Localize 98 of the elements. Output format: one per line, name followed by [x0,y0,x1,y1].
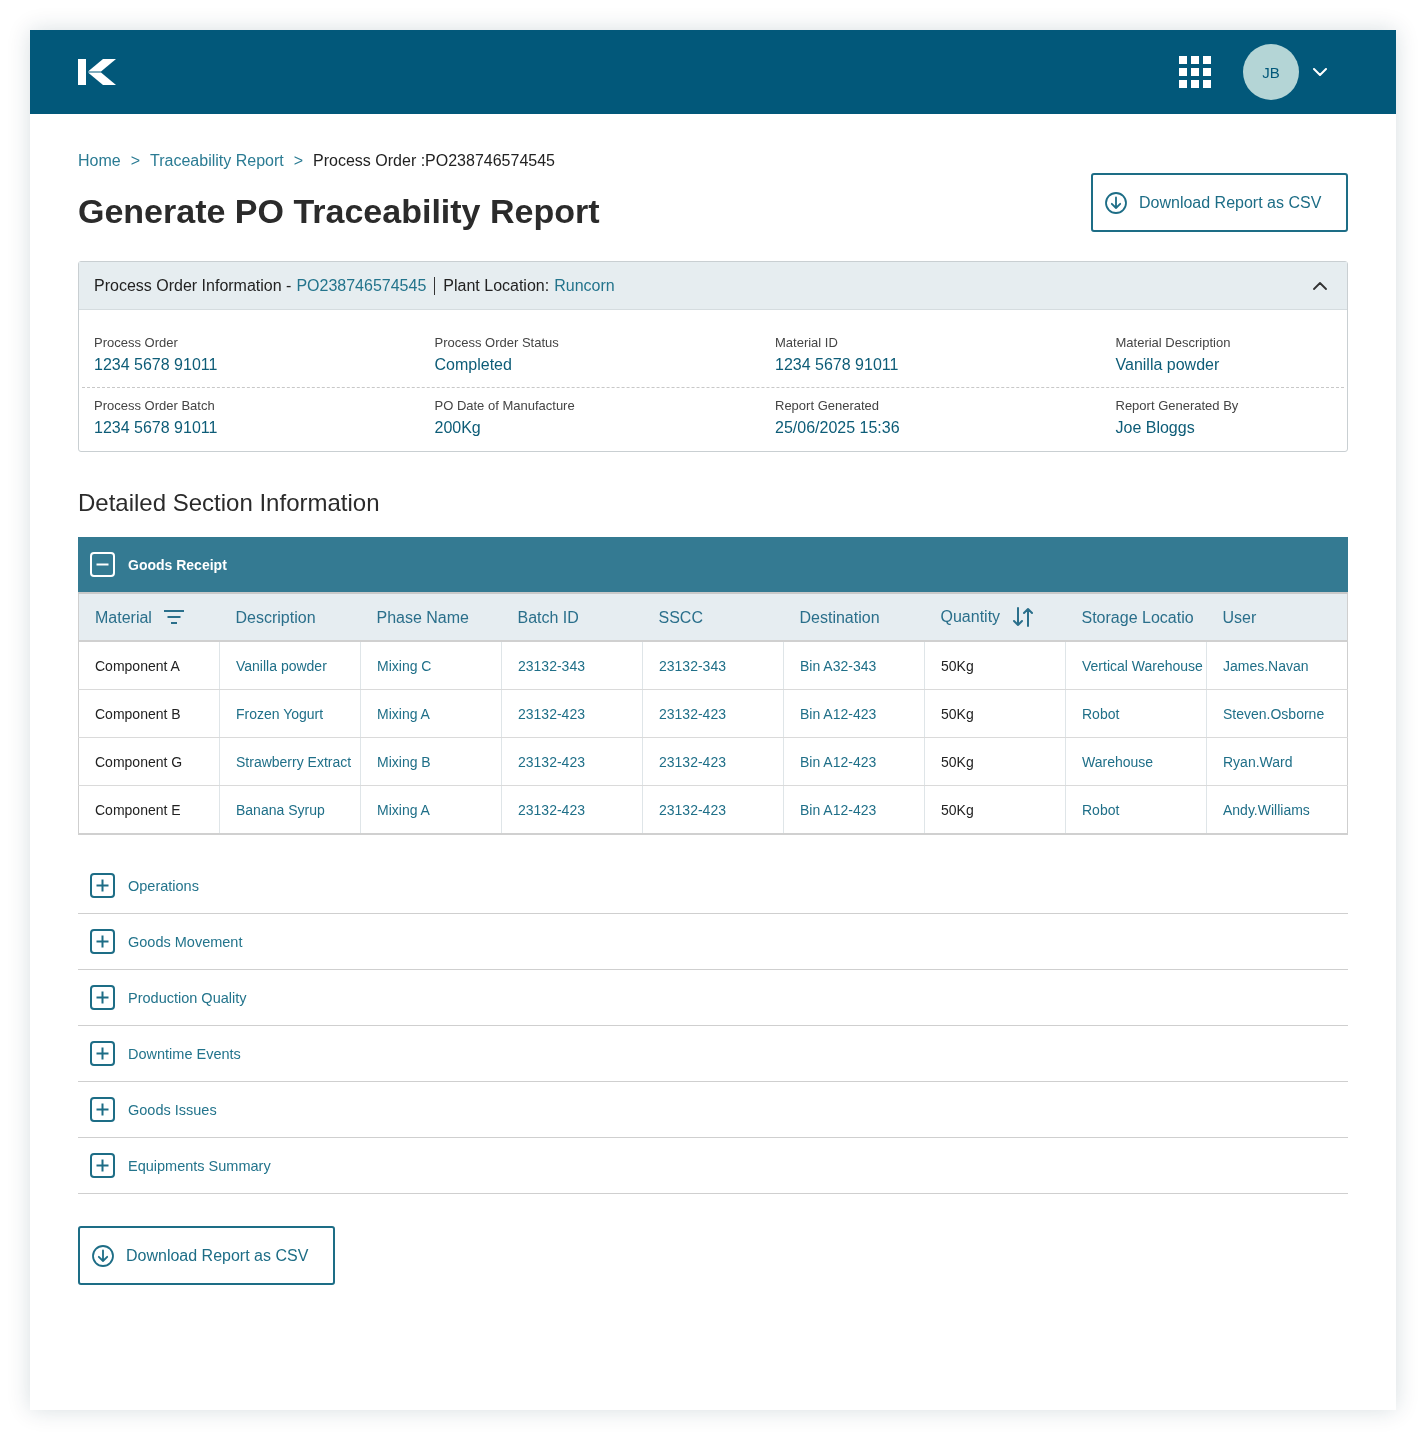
table-cell[interactable]: Strawberry Extract [219,737,361,786]
download-button[interactable]: Download Report as CSV [1091,173,1348,232]
breadcrumb-link[interactable]: Home [78,152,121,170]
table-cell: 50Kg [924,785,1066,834]
column-header: Phase Name [376,608,469,626]
order-id: PO238746574545 [296,276,427,295]
table-cell[interactable]: 23132-423 [501,689,643,738]
table-cell[interactable]: 23132-423 [642,737,784,786]
column-header: Description [235,608,316,626]
section-title[interactable]: Goods Movement [128,933,243,950]
table-cell[interactable]: Bin A12-423 [783,737,925,786]
plus-icon[interactable] [90,1041,115,1066]
table-cell: Component E [78,785,220,834]
table-cell: 50Kg [924,689,1066,738]
field-label: Process Order Batch [94,397,216,415]
table-cell[interactable]: Robot [1065,689,1207,738]
column-header: Storage Locatio [1081,608,1194,626]
user-avatar[interactable]: JB [1243,44,1299,100]
breadcrumb-separator: > [293,152,304,170]
column-header: Material [95,608,152,626]
table-cell[interactable]: Banana Syrup [219,785,361,834]
location-label: Plant Location: [443,276,550,295]
section-title[interactable]: Goods Issues [128,1101,217,1118]
table-cell[interactable]: Mixing A [360,689,502,738]
field-value: Vanilla powder [1115,355,1221,375]
plus-icon[interactable] [90,1097,115,1122]
page-title: Generate PO Traceability Report [78,191,600,231]
table-cell: Component A [78,641,220,690]
plus-icon[interactable] [90,873,115,898]
column-header: SSCC [658,608,703,626]
filter-icon[interactable] [163,610,184,625]
field-label: PO Date of Manufacture [434,397,576,415]
chevron-up-icon[interactable] [1313,281,1327,290]
table-cell[interactable]: Steven.Osborne [1206,689,1348,738]
section-title: Goods Receipt [128,556,227,573]
column-header: Quantity [940,608,1001,625]
breadcrumb-link[interactable]: Traceability Report [150,152,284,170]
field-value: 1234 5678 91011 [94,418,219,438]
column-header: Destination [799,608,880,626]
field-value: Completed [434,355,513,375]
field-value: 1234 5678 91011 [94,355,219,375]
table-cell: 50Kg [924,641,1066,690]
plus-icon[interactable] [90,985,115,1010]
plus-icon[interactable] [90,1153,115,1178]
table-cell[interactable]: Andy.Williams [1206,785,1348,834]
table-cell[interactable]: 23132-343 [501,641,643,690]
table-cell[interactable]: 23132-423 [642,689,784,738]
table-cell: Component G [78,737,220,786]
section-title[interactable]: Equipments Summary [128,1157,271,1174]
section-heading: Detailed Section Information [78,488,381,518]
sort-icon[interactable] [1012,606,1035,628]
table-cell: Component B [78,689,220,738]
table-cell[interactable]: Mixing B [360,737,502,786]
table-cell[interactable]: 23132-423 [642,785,784,834]
section-header[interactable]: Goods Receipt [78,537,1348,592]
table-cell[interactable]: Mixing C [360,641,502,690]
table-cell[interactable]: Vanilla powder [219,641,361,690]
breadcrumb-current: Process Order :PO238746574545 [313,152,555,170]
field-label: Process Order [94,334,179,352]
section-title[interactable]: Production Quality [128,989,247,1006]
field-label: Process Order Status [434,334,560,352]
column-header: Batch ID [517,608,579,626]
field-label: Material Description [1115,334,1232,352]
field-label: Report Generated By [1115,397,1240,415]
field-value: 25/06/2025 15:36 [775,418,901,438]
logo-icon [78,59,116,85]
download-icon [1105,191,1127,214]
field-value: 1234 5678 91011 [775,355,900,375]
table-cell[interactable]: Bin A32-343 [783,641,925,690]
table-cell[interactable]: Vertical Warehouse [1065,641,1207,690]
field-label: Material ID [775,334,839,352]
minus-icon[interactable] [90,552,115,577]
field-value: Joe Bloggs [1115,418,1196,438]
section-title[interactable]: Operations [128,877,199,894]
table-cell[interactable]: Ryan.Ward [1206,737,1348,786]
table-cell[interactable]: 23132-343 [642,641,784,690]
plus-icon[interactable] [90,929,115,954]
field-label: Report Generated [775,397,881,415]
location-value: Runcorn [554,276,615,295]
apps-grid-icon[interactable] [1179,56,1211,88]
table-cell[interactable]: James.Navan [1206,641,1348,690]
chevron-down-icon[interactable] [1313,68,1327,76]
breadcrumb-separator: > [130,152,141,170]
table-cell: 50Kg [924,737,1066,786]
download-icon [92,1244,114,1267]
panel-title: Process Order Information - [94,276,292,295]
table-cell[interactable]: Mixing A [360,785,502,834]
table-cell[interactable]: Robot [1065,785,1207,834]
section-title[interactable]: Downtime Events [128,1045,241,1062]
table-cell[interactable]: Bin A12-423 [783,785,925,834]
table-cell[interactable]: Frozen Yogurt [219,689,361,738]
table-cell[interactable]: 23132-423 [501,737,643,786]
table-cell[interactable]: 23132-423 [501,785,643,834]
table-cell[interactable]: Warehouse [1065,737,1207,786]
table-cell[interactable]: Bin A12-423 [783,689,925,738]
column-header: User [1222,608,1257,626]
field-value: 200Kg [434,418,482,438]
download-button[interactable]: Download Report as CSV [78,1226,335,1285]
